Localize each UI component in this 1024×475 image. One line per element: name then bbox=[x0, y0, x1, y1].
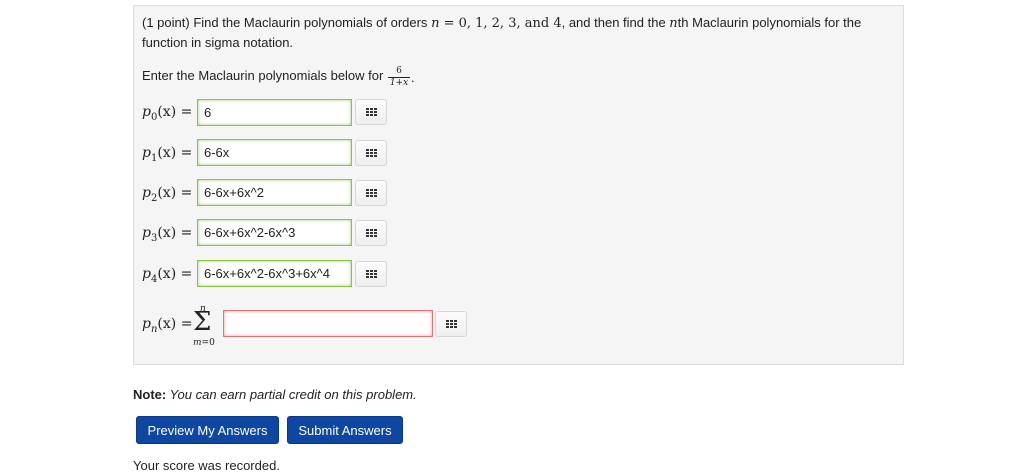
grid-icon bbox=[365, 269, 377, 279]
p0-matrix-button[interactable] bbox=[355, 99, 387, 125]
grid-icon bbox=[365, 188, 377, 198]
pn-matrix-button[interactable] bbox=[435, 311, 467, 337]
problem-statement-line-1: (1 point) Find the Maclaurin polynomials… bbox=[142, 15, 861, 31]
p4-label: p4(x) = bbox=[142, 266, 193, 285]
fraction-numerator: 6 bbox=[388, 66, 410, 78]
p0-answer-input[interactable] bbox=[197, 99, 352, 126]
p1-label: p1(x) = bbox=[142, 145, 193, 164]
p2-answer-input[interactable] bbox=[197, 179, 352, 206]
grid-icon bbox=[445, 319, 457, 329]
enter-instruction: Enter the Maclaurin polynomials below fo… bbox=[142, 68, 384, 83]
points-label: (1 point) bbox=[142, 15, 190, 30]
score-status: Your score was recorded. bbox=[133, 458, 280, 473]
p1-answer-input[interactable] bbox=[197, 139, 352, 166]
grid-icon bbox=[365, 148, 377, 158]
statement-text-c: th Maclaurin polynomials for the bbox=[677, 15, 862, 30]
problem-statement-line-2: function in sigma notation. bbox=[142, 35, 294, 50]
p2-label: p2(x) = bbox=[142, 185, 193, 204]
partial-credit-note: Note: You can earn partial credit on thi… bbox=[133, 387, 417, 402]
statement-text-a: Find the Maclaurin polynomials of orders bbox=[193, 15, 432, 30]
p1-matrix-button[interactable] bbox=[355, 140, 387, 166]
preview-answers-button[interactable]: Preview My Answers bbox=[136, 416, 279, 444]
p2-matrix-button[interactable] bbox=[355, 180, 387, 206]
statement-text-b: , and then find the bbox=[561, 15, 670, 30]
fraction-period: . bbox=[411, 70, 415, 85]
orders-values: = 0, 1, 2, 3, and 4 bbox=[439, 16, 562, 31]
p4-answer-input[interactable] bbox=[197, 260, 352, 287]
submit-answers-button[interactable]: Submit Answers bbox=[287, 416, 403, 444]
fraction-denominator: 1+x bbox=[389, 78, 409, 88]
function-fraction: 6 1+x bbox=[388, 66, 410, 89]
grid-icon bbox=[365, 107, 377, 117]
sigma-lower-limit: m=0 bbox=[193, 338, 215, 348]
p0-label: p0(x) = bbox=[142, 104, 193, 123]
pn-label: pn(x) = bbox=[142, 316, 193, 335]
p3-answer-input[interactable] bbox=[197, 219, 352, 246]
p3-label: p3(x) = bbox=[142, 225, 193, 244]
p3-matrix-button[interactable] bbox=[355, 220, 387, 246]
p4-matrix-button[interactable] bbox=[355, 261, 387, 287]
pn-answer-input[interactable] bbox=[223, 310, 433, 337]
nth-variable: n bbox=[669, 16, 678, 31]
grid-icon bbox=[365, 228, 377, 238]
sigma-symbol: Σ bbox=[193, 307, 212, 337]
